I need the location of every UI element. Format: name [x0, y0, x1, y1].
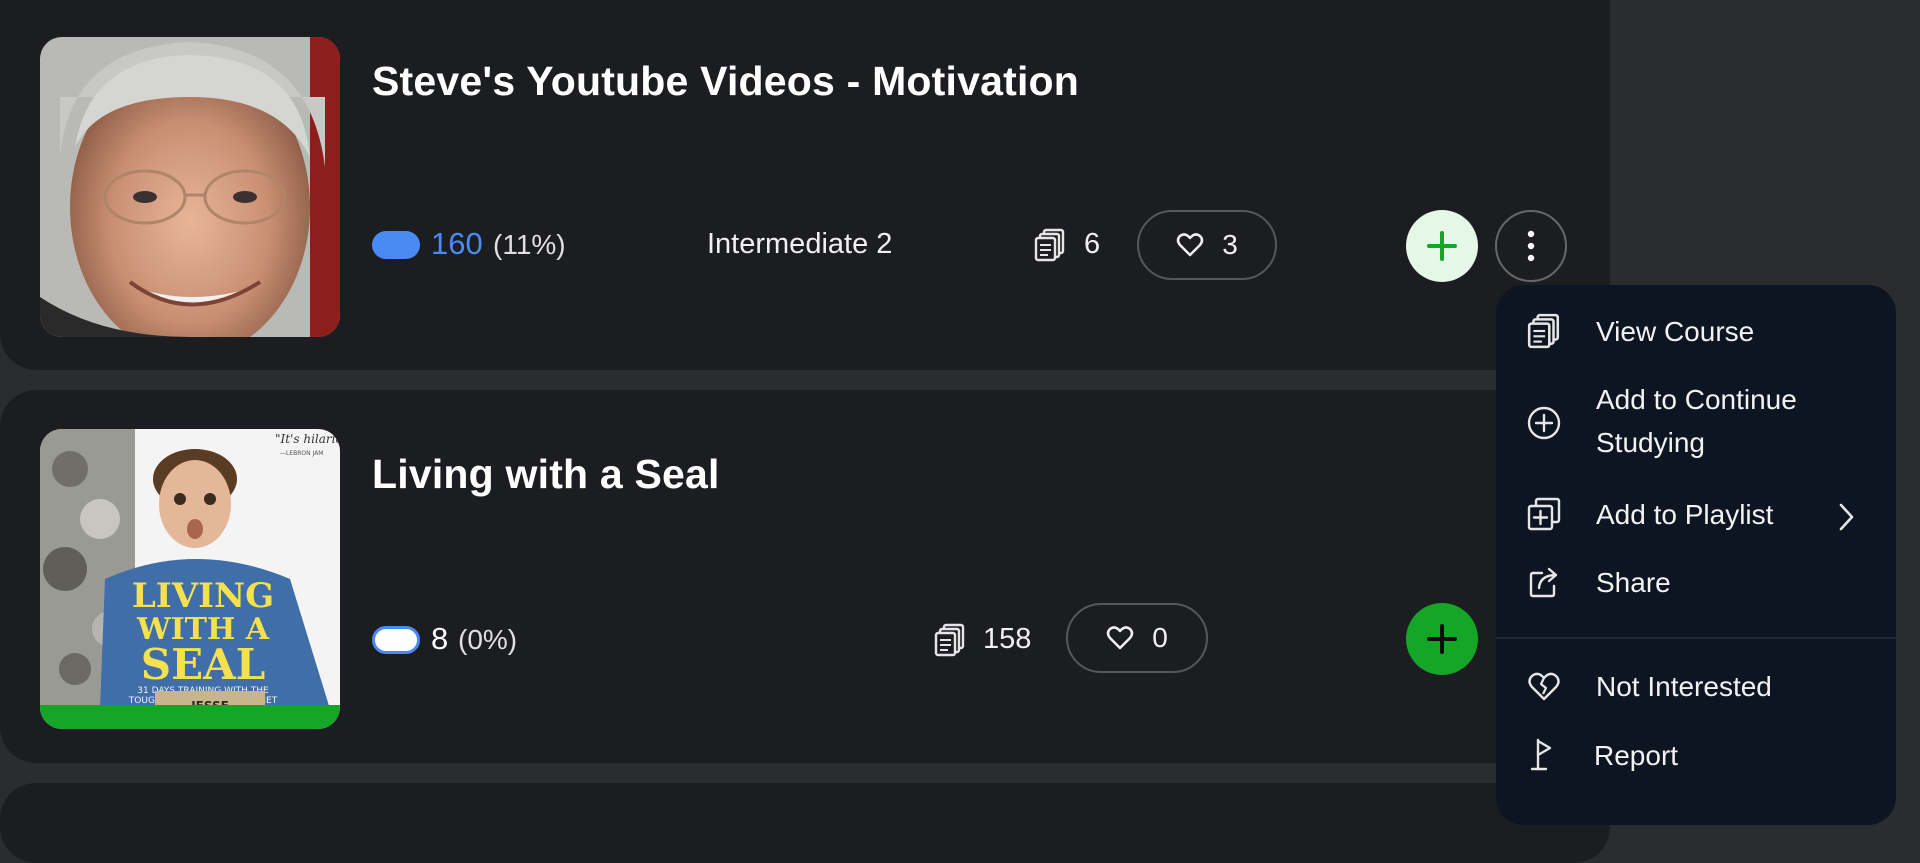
like-button[interactable]: 3 [1137, 210, 1277, 280]
chevron-right-icon [1839, 503, 1854, 531]
playlist-add-icon [1527, 497, 1561, 531]
lessons-icon [1034, 228, 1065, 262]
menu-item-label: View Course [1596, 316, 1755, 347]
cover-quote-author: —LEBRON JAM [280, 450, 323, 457]
known-words-count: 160 [431, 226, 483, 261]
course-thumbnail[interactable]: LIVING WITH A SEAL 31 DAYS TRAINING WITH… [40, 429, 340, 729]
known-words-percent: (0%) [458, 624, 518, 655]
menu-item-label: Add to Playlist [1596, 499, 1774, 530]
menu-item-label: Not Interested [1596, 671, 1772, 702]
menu-item-add-to-continue-studying[interactable]: Add to Continue Studying [1496, 378, 1896, 468]
cover-quote: "It's hilario [275, 432, 340, 446]
course-title[interactable]: Living with a Seal [372, 451, 720, 498]
plus-icon [1427, 231, 1457, 261]
known-words-count: 8 [431, 621, 449, 656]
menu-item-label-line1: Add to Continue [1596, 384, 1797, 415]
menu-divider [1496, 637, 1896, 639]
plus-icon [1427, 624, 1457, 654]
add-course-button[interactable] [1406, 210, 1478, 282]
add-course-button[interactable] [1406, 603, 1478, 675]
heart-icon [1176, 233, 1204, 257]
known-words-pill [372, 626, 420, 654]
lessons-icon [934, 623, 965, 657]
menu-item-not-interested[interactable]: Not Interested [1496, 665, 1896, 715]
more-options-button[interactable] [1495, 210, 1567, 282]
menu-item-add-to-playlist[interactable]: Add to Playlist [1496, 493, 1896, 543]
course-level: Intermediate 2 [707, 228, 893, 260]
known-words-percent: (11%) [493, 229, 566, 260]
lessons-icon [1527, 313, 1560, 349]
flag-icon [1530, 738, 1552, 771]
menu-item-view-course[interactable]: View Course [1496, 310, 1896, 360]
course-card[interactable] [0, 783, 1610, 863]
course-title[interactable]: Steve's Youtube Videos - Motivation [372, 58, 1079, 105]
menu-item-label: Share [1596, 567, 1671, 598]
known-words-pill [372, 231, 420, 259]
course-thumbnail[interactable] [40, 37, 340, 337]
menu-item-share[interactable]: Share [1496, 561, 1896, 611]
circle-plus-icon [1527, 406, 1561, 440]
heart-icon [1106, 626, 1134, 650]
completion-bar [40, 705, 340, 729]
menu-item-report[interactable]: Report [1496, 734, 1896, 784]
share-icon [1529, 567, 1558, 598]
vertical-dots-icon [1527, 230, 1535, 262]
portrait-photo [40, 37, 340, 337]
cover-title-line3: SEAL [141, 640, 265, 689]
likes-count: 3 [1222, 229, 1238, 260]
book-cover: LIVING WITH A SEAL 31 DAYS TRAINING WITH… [40, 429, 340, 729]
broken-heart-icon [1528, 672, 1560, 701]
lessons-count: 6 [1084, 228, 1101, 260]
like-button[interactable]: 0 [1066, 603, 1208, 673]
likes-count: 0 [1152, 622, 1168, 653]
lessons-count: 158 [983, 623, 1032, 655]
menu-item-label-line2: Studying [1596, 427, 1705, 458]
cover-title-line1: LIVING [132, 576, 274, 616]
menu-item-label: Report [1594, 740, 1679, 771]
course-options-menu: View Course Add to Continue Studying Add… [1496, 285, 1896, 825]
